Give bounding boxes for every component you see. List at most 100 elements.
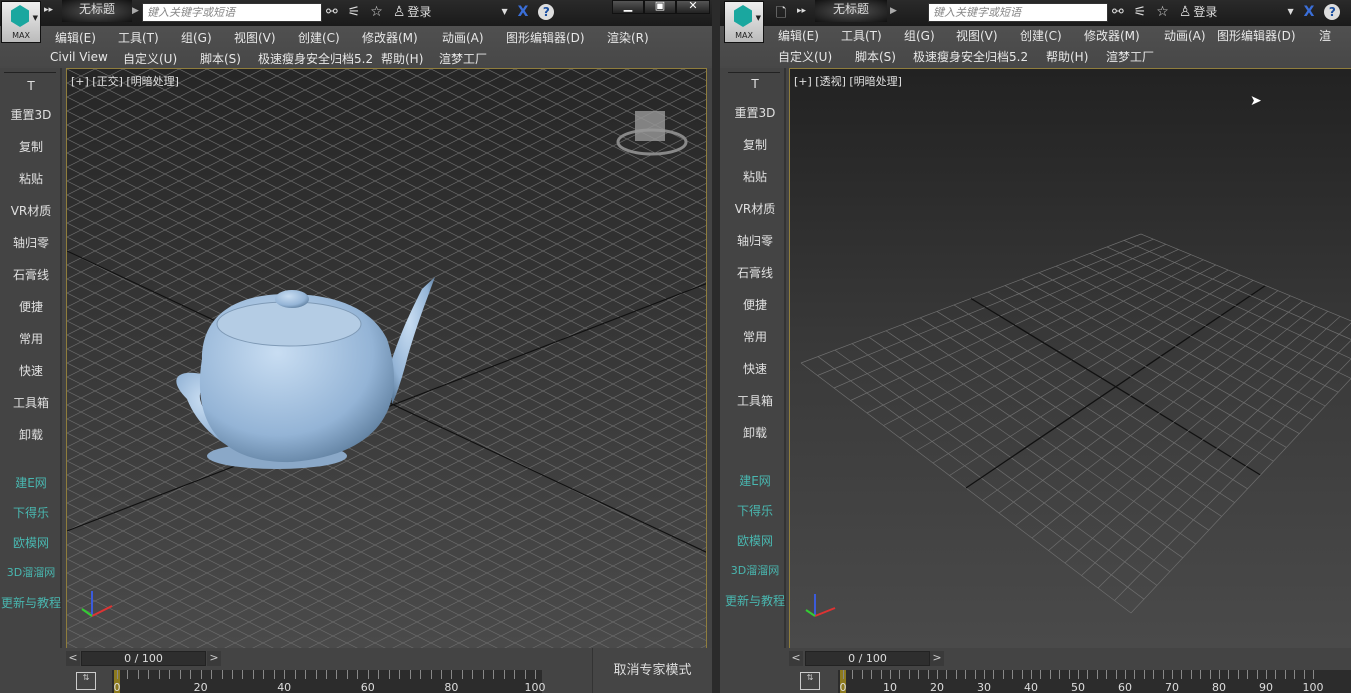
satellite-icon[interactable]: ⚟ [1134,4,1147,20]
menu-view[interactable]: 视图(V) [956,27,1020,44]
menu-script[interactable]: 脚本(S) [855,48,913,65]
sidebar-link-oumo[interactable]: 欧模网 [724,532,786,549]
sidebar-item-axis-zero[interactable]: 轴归零 [724,232,786,249]
menu-civil-view[interactable]: Civil View [50,50,123,67]
help-icon[interactable]: ? [1324,3,1341,20]
prev-frame-button[interactable]: < [66,651,80,666]
sidebar-link-xiadele[interactable]: 下得乐 [0,504,62,521]
expand-icon[interactable]: ▸▸ [797,6,806,16]
menu-edit[interactable]: 编辑(E) [55,29,118,46]
timeline-config-icon[interactable]: ⇅ [800,672,820,690]
menu-help[interactable]: 帮助(H) [1046,48,1106,65]
menu-archive-plugin[interactable]: 极速瘦身安全归档5.2 [913,48,1046,65]
satellite-icon[interactable]: ⚟ [348,4,361,20]
help-icon[interactable]: ? [538,3,555,20]
menu-render-factory[interactable]: 渲梦工厂 [1106,48,1154,65]
menu-edit[interactable]: 编辑(E) [778,27,841,44]
timeline-config-icon[interactable]: ⇅ [76,672,96,690]
sidebar-item-paste[interactable]: 粘贴 [724,168,786,185]
sidebar-item-toolbox[interactable]: 工具箱 [724,392,786,409]
search-input[interactable]: 键入关键字或短语 [142,3,322,22]
sidebar-item-uninstall[interactable]: 卸载 [724,424,786,441]
sidebar-link-oumo[interactable]: 欧模网 [0,534,62,551]
viewport-label[interactable]: [+] [正交] [明暗处理] [71,73,179,89]
cancel-expert-mode-button[interactable]: 取消专家模式 [592,648,712,693]
sidebar-link-3d66[interactable]: 3D溜溜网 [724,562,786,578]
user-icon[interactable]: ♙ [1179,4,1192,20]
menu-render-factory[interactable]: 渲梦工厂 [439,50,487,67]
sidebar-link-jiane[interactable]: 建E网 [724,472,786,489]
app-logo-button[interactable]: ▼ MAX [724,1,764,43]
binoculars-icon[interactable]: ⚯ [1112,4,1124,20]
sidebar-item-reset-3d[interactable]: 重置3D [724,104,786,121]
sidebar-item-quick[interactable]: 快速 [724,360,786,377]
menu-render[interactable]: 渲 [1319,27,1331,44]
menu-customize[interactable]: 自定义(U) [778,48,855,65]
sidebar-link-xiadele[interactable]: 下得乐 [724,502,786,519]
sidebar-item-vr-material[interactable]: VR材质 [0,202,62,219]
sidebar-item-plaster-line[interactable]: 石膏线 [0,266,62,283]
menu-create[interactable]: 创建(C) [298,29,362,46]
sidebar-item-quick[interactable]: 快速 [0,362,62,379]
app-logo-button[interactable]: ▼ MAX [1,1,41,43]
exchange-icon[interactable]: X [1304,4,1315,20]
search-arrow-icon[interactable]: ▶ [890,6,897,16]
login-link[interactable]: 登录 [1193,3,1217,20]
sidebar-item-axis-zero[interactable]: 轴归零 [0,234,62,251]
minimize-button[interactable]: ▁ [612,0,644,14]
star-icon[interactable]: ☆ [1156,4,1169,20]
sidebar-item-vr-material[interactable]: VR材质 [724,200,786,217]
expand-icon[interactable]: ▸▸ [44,5,53,15]
sidebar-item-paste[interactable]: 粘贴 [0,170,62,187]
sidebar-item-convenient[interactable]: 便捷 [724,296,786,313]
search-input[interactable]: 键入关键字或短语 [928,3,1108,22]
sidebar-item-convenient[interactable]: 便捷 [0,298,62,315]
dropdown-icon[interactable]: ▼ [1287,7,1293,16]
sidebar-item-copy[interactable]: 复制 [0,138,62,155]
menu-graph-editors[interactable]: 图形编辑器(D) [1217,27,1319,44]
exchange-icon[interactable]: X [518,4,529,20]
sidebar-item-uninstall[interactable]: 卸载 [0,426,62,443]
timeline-track[interactable]: 0 20 40 60 80 100 [112,670,546,693]
menu-help[interactable]: 帮助(H) [381,50,439,67]
menu-tools[interactable]: 工具(T) [118,29,181,46]
menu-customize[interactable]: 自定义(U) [123,50,200,67]
user-icon[interactable]: ♙ [393,4,406,20]
time-slider[interactable]: 0 / 100 [805,651,930,666]
new-file-icon[interactable]: 🗋 [776,4,786,26]
sidebar-link-tutorials[interactable]: 更新与教程 [0,594,62,611]
menu-animation[interactable]: 动画(A) [1164,27,1217,44]
sidebar-item-plaster-line[interactable]: 石膏线 [724,264,786,281]
time-slider[interactable]: 0 / 100 [81,651,206,666]
menu-tools[interactable]: 工具(T) [841,27,904,44]
login-link[interactable]: 登录 [407,3,431,20]
close-button[interactable]: ✕ [676,0,710,14]
search-arrow-icon[interactable]: ▶ [132,6,139,16]
star-icon[interactable]: ☆ [370,4,383,20]
sidebar-item-common[interactable]: 常用 [724,328,786,345]
menu-group[interactable]: 组(G) [181,29,234,46]
menu-script[interactable]: 脚本(S) [200,50,258,67]
sidebar-item-t[interactable]: T [724,77,786,91]
menu-render[interactable]: 渲染(R) [607,29,649,46]
menu-archive-plugin[interactable]: 极速瘦身安全归档5.2 [258,50,381,67]
menu-view[interactable]: 视图(V) [234,29,298,46]
sidebar-item-copy[interactable]: 复制 [724,136,786,153]
perspective-viewport[interactable]: [+] [透视] [明暗处理] ➤ [789,68,1351,649]
binoculars-icon[interactable]: ⚯ [326,4,338,20]
menu-graph-editors[interactable]: 图形编辑器(D) [506,29,607,46]
maximize-button[interactable]: ▣ [644,0,676,14]
next-frame-button[interactable]: > [207,651,221,666]
sidebar-item-t[interactable]: T [0,79,62,93]
menu-animation[interactable]: 动画(A) [442,29,506,46]
sidebar-link-3d66[interactable]: 3D溜溜网 [0,564,62,580]
dropdown-icon[interactable]: ▼ [501,7,507,16]
menu-create[interactable]: 创建(C) [1020,27,1084,44]
prev-frame-button[interactable]: < [789,651,803,666]
sidebar-link-tutorials[interactable]: 更新与教程 [724,592,786,609]
sidebar-item-reset-3d[interactable]: 重置3D [0,106,62,123]
sidebar-item-common[interactable]: 常用 [0,330,62,347]
viewport-label[interactable]: [+] [透视] [明暗处理] [794,73,902,89]
next-frame-button[interactable]: > [930,651,944,666]
menu-modifiers[interactable]: 修改器(M) [1084,27,1164,44]
